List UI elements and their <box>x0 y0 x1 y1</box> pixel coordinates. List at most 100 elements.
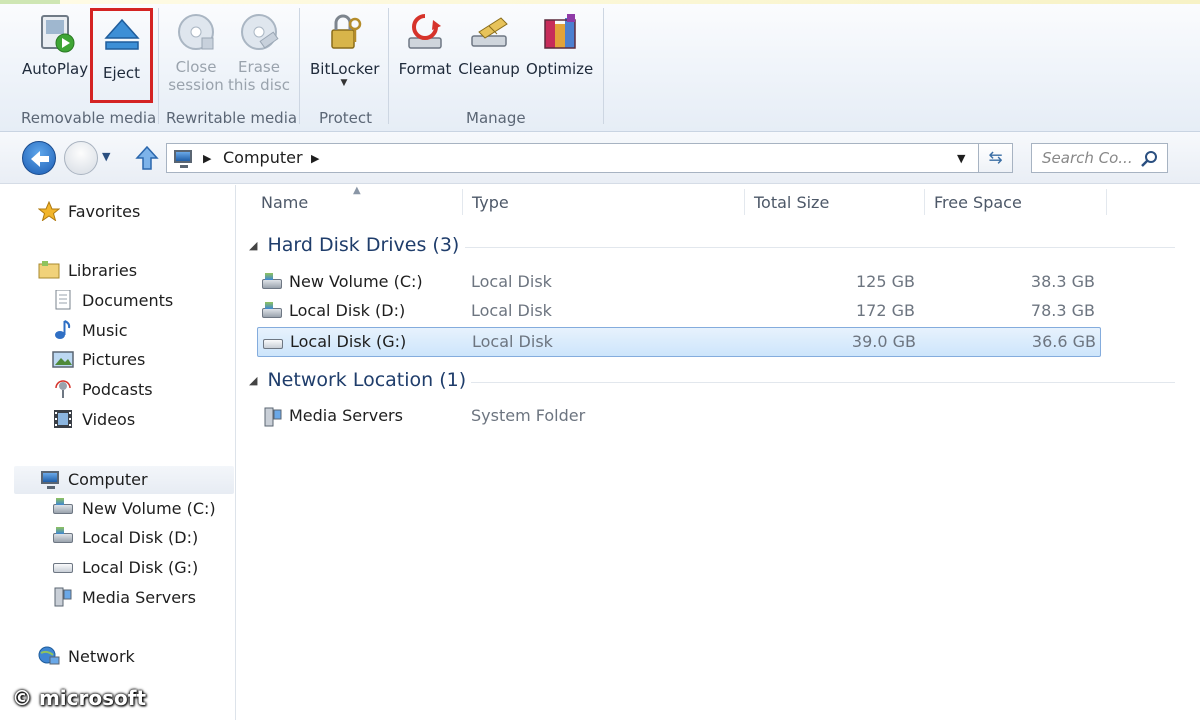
column-header-type[interactable]: Type <box>472 193 509 212</box>
system-drive-icon <box>261 273 285 293</box>
nav-favorites[interactable]: Favorites <box>37 198 141 226</box>
nav-libraries[interactable]: Libraries <box>38 257 137 285</box>
column-divider[interactable] <box>924 189 925 215</box>
nav-local-disk-d-label: Local Disk (D:) <box>82 528 199 547</box>
forward-button[interactable] <box>64 141 98 175</box>
column-header-free-space[interactable]: Free Space <box>934 193 1022 212</box>
star-icon <box>37 200 61 222</box>
refresh-button[interactable]: ⇆ <box>979 143 1013 173</box>
nav-computer[interactable]: Computer <box>14 466 234 494</box>
autoplay-label: AutoPlay <box>22 60 89 78</box>
nav-favorites-label: Favorites <box>68 202 141 221</box>
row-free-space: 38.3 GB <box>1030 272 1095 291</box>
nav-network[interactable]: Network <box>38 643 135 671</box>
padlock-keys-icon <box>322 10 366 54</box>
row-name: Local Disk (D:) <box>289 301 406 320</box>
group-label-manage: Manage <box>466 109 526 127</box>
nav-local-disk-g[interactable]: Local Disk (G:) <box>52 554 198 582</box>
table-row[interactable]: Media Servers System Folder <box>257 402 1101 432</box>
optimize-label: Optimize <box>526 60 594 78</box>
optimize-button[interactable]: Optimize <box>526 10 594 78</box>
nav-new-volume-c-label: New Volume (C:) <box>82 499 216 518</box>
network-icon <box>38 646 60 666</box>
nav-network-label: Network <box>68 647 135 666</box>
nav-music[interactable]: Music <box>52 317 128 345</box>
format-drive-icon <box>403 10 447 54</box>
computer-icon <box>38 469 60 489</box>
group-hard-disk-drives-label: Hard Disk Drives (3) <box>267 234 460 256</box>
erase-disc-label-1: Erase <box>238 58 280 76</box>
watermark: © microsoft <box>12 686 147 710</box>
nav-local-disk-d[interactable]: Local Disk (D:) <box>52 524 198 552</box>
search-icon[interactable] <box>1141 150 1159 168</box>
group-header-network-location[interactable]: ◢ Network Location (1) <box>249 369 466 391</box>
collapse-triangle-icon[interactable]: ◢ <box>249 239 257 252</box>
column-header-total-size[interactable]: Total Size <box>754 193 829 212</box>
nav-pictures[interactable]: Pictures <box>52 346 145 374</box>
defragment-icon <box>537 10 581 54</box>
nav-videos[interactable]: Videos <box>52 406 135 434</box>
nav-media-servers[interactable]: Media Servers <box>52 584 196 612</box>
breadcrumb-computer[interactable]: Computer <box>223 148 303 167</box>
search-box[interactable] <box>1031 143 1168 173</box>
format-button[interactable]: Format <box>398 10 452 78</box>
nav-new-volume-c[interactable]: New Volume (C:) <box>52 495 216 523</box>
table-row[interactable]: Local Disk (D:) Local Disk 172 GB 78.3 G… <box>257 297 1101 327</box>
recent-locations-dropdown-icon[interactable]: ▼ <box>102 150 110 163</box>
close-session-label-2: session <box>168 76 224 94</box>
search-input[interactable] <box>1042 144 1142 172</box>
nav-videos-label: Videos <box>82 410 136 429</box>
row-free-space: 78.3 GB <box>1030 301 1095 320</box>
disk-cleanup-icon <box>467 10 511 54</box>
erase-disc-button[interactable]: Erase this disc <box>228 10 290 94</box>
autoplay-icon <box>33 10 77 54</box>
address-bar[interactable]: ▶ Computer ▶ ▼ <box>166 143 979 173</box>
collapse-triangle-icon[interactable]: ◢ <box>249 374 257 387</box>
erase-disc-label-2: this disc <box>228 76 290 94</box>
nav-documents[interactable]: Documents <box>52 287 173 315</box>
file-list-view: ▲ Name Type Total Size Free Space ◢ Hard … <box>237 185 1200 720</box>
removable-drive-icon <box>262 333 286 353</box>
group-header-hard-disk-drives[interactable]: ◢ Hard Disk Drives (3) <box>249 234 459 256</box>
row-type: Local Disk <box>471 272 552 291</box>
hard-drive-icon <box>52 526 74 547</box>
column-divider[interactable] <box>1106 189 1107 215</box>
address-dropdown-icon[interactable]: ▼ <box>957 152 965 165</box>
breadcrumb-separator-icon[interactable]: ▶ <box>311 152 319 165</box>
ribbon-separator <box>158 8 159 124</box>
refresh-icon: ⇆ <box>988 148 1003 168</box>
back-arrow-icon <box>31 151 49 167</box>
row-total-size: 39.0 GB <box>851 332 916 351</box>
navigation-pane: Favorites Libraries Documents Music Pict… <box>0 185 236 720</box>
column-divider[interactable] <box>462 189 463 215</box>
eject-button[interactable]: Eject <box>90 8 153 103</box>
media-server-icon <box>52 587 74 607</box>
autoplay-button[interactable]: AutoPlay <box>22 10 88 78</box>
nav-media-servers-label: Media Servers <box>82 588 196 607</box>
up-arrow-icon <box>135 145 159 170</box>
format-label: Format <box>398 60 452 78</box>
cleanup-label: Cleanup <box>458 60 520 78</box>
column-header-name[interactable]: Name <box>261 193 308 212</box>
up-button[interactable] <box>134 144 160 172</box>
column-divider[interactable] <box>744 189 745 215</box>
nav-podcasts[interactable]: Podcasts <box>52 376 153 404</box>
sort-ascending-icon: ▲ <box>353 185 361 196</box>
nav-local-disk-g-label: Local Disk (G:) <box>82 558 199 577</box>
table-row[interactable]: New Volume (C:) Local Disk 125 GB 38.3 G… <box>257 268 1101 298</box>
system-drive-icon <box>52 497 74 518</box>
disc-close-icon <box>174 10 218 54</box>
row-total-size: 172 GB <box>856 301 915 320</box>
table-row-selected[interactable]: Local Disk (G:) Local Disk 39.0 GB 36.6 … <box>257 327 1101 357</box>
row-type: Local Disk <box>472 332 553 351</box>
cleanup-button[interactable]: Cleanup <box>458 10 520 78</box>
dropdown-arrow-icon: ▼ <box>340 78 348 88</box>
breadcrumb-separator-icon[interactable]: ▶ <box>203 152 211 165</box>
bitlocker-button[interactable]: BitLocker ▼ <box>310 10 379 88</box>
nav-libraries-label: Libraries <box>68 261 138 280</box>
group-label-protect: Protect <box>319 109 373 127</box>
nav-documents-label: Documents <box>82 291 174 310</box>
disc-erase-icon <box>237 10 281 54</box>
close-session-button[interactable]: Close session <box>166 10 226 94</box>
back-button[interactable] <box>22 141 56 175</box>
